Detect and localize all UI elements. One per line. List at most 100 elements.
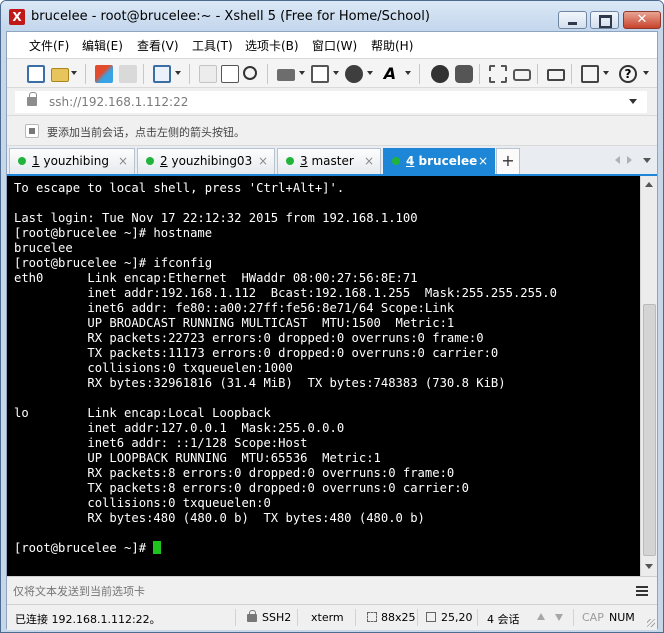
menu-window[interactable]: 窗口(W) [312,37,357,55]
compose-menu-icon[interactable] [636,586,648,596]
status-sessions: 4 会话 [487,613,520,626]
terminal-prompt: [root@brucelee ~]# [14,541,154,555]
close-icon: ✕ [636,12,648,27]
toolbar: A ? [7,58,657,88]
font-icon[interactable]: A [381,65,399,83]
scroll-down-icon[interactable] [645,564,653,569]
status-bar: 已连接 192.168.1.112:22。 SSH2 xterm 88x25 2… [7,604,657,630]
terminal-output[interactable]: To escape to local shell, press 'Ctrl+Al… [14,181,632,573]
terminal-scrollbar[interactable] [640,176,657,576]
paste-icon[interactable] [221,65,239,83]
tab-master[interactable]: 3 master × [277,148,381,174]
scroll-thumb[interactable] [643,304,656,556]
tab-brucelee[interactable]: 4 brucelee × [383,148,495,174]
status-separator [235,609,236,626]
title-bar[interactable]: X brucelee - root@brucelee:~ - Xshell 5 … [1,1,663,31]
find-icon[interactable] [243,66,257,80]
menu-file[interactable]: 文件(F) [29,37,69,55]
tab-list-dropdown-icon[interactable] [643,158,651,163]
tab-scroll-right-icon[interactable] [627,156,632,164]
menu-tools[interactable]: 工具(T) [192,37,233,55]
tab-label: 4 brucelee [406,149,477,173]
lock-icon[interactable] [513,69,531,81]
tab-label: 2 youzhibing03 [160,149,252,173]
status-separator [417,609,418,626]
xmanager-icon[interactable] [455,65,473,83]
maximize-button[interactable] [590,11,619,29]
status-connection: 已连接 192.168.1.112:22。 [15,613,161,626]
address-input[interactable] [15,91,647,113]
new-tab-button[interactable]: + [496,148,520,174]
add-session-arrow-icon[interactable] [25,124,39,138]
close-button[interactable]: ✕ [623,11,661,29]
status-cursor-position: 25,20 [441,611,473,624]
tab-scroll-left-icon[interactable] [615,156,620,164]
fullscreen-icon[interactable] [489,65,507,83]
help-icon[interactable]: ? [619,65,637,83]
menu-view[interactable]: 查看(V) [137,37,179,55]
hint-text: 要添加当前会话，点击左侧的箭头按钮。 [47,126,245,139]
client-area: 文件(F) 编辑(E) 查看(V) 工具(T) 选项卡(B) 窗口(W) 帮助(… [6,31,658,630]
tab-number: 1 [32,154,40,168]
tab-youzhibing03[interactable]: 2 youzhibing03 × [137,148,275,174]
add-dropdown-arrow[interactable] [603,71,609,75]
status-caps-lock: CAP [582,611,604,624]
keyboard-icon[interactable] [547,69,565,81]
compose-input[interactable] [13,581,623,601]
tab-close-icon[interactable]: × [118,149,128,173]
tab-close-icon[interactable]: × [478,149,488,173]
copy-icon[interactable] [199,65,217,83]
tab-name: brucelee [418,154,478,168]
toolbar-separator [189,64,190,84]
status-next-session-icon[interactable] [555,614,563,621]
menu-help[interactable]: 帮助(H) [371,37,413,55]
globe-icon[interactable] [345,65,363,83]
toolbar-separator [419,64,420,84]
resize-grip-icon[interactable] [647,619,655,627]
toolbar-separator [267,64,268,84]
disconnect-icon[interactable] [119,65,137,83]
properties-icon[interactable] [153,65,171,83]
print-icon[interactable] [277,69,295,81]
scroll-up-icon[interactable] [645,182,653,187]
globe-dropdown-arrow[interactable] [367,71,373,75]
address-lock-icon [27,92,37,106]
tab-label: 1 youzhibing [32,149,109,173]
toolbar-separator [143,64,144,84]
menu-edit[interactable]: 编辑(E) [82,37,123,55]
add-icon[interactable] [581,65,599,83]
print-dropdown-arrow[interactable] [299,71,305,75]
tab-name: youzhibing03 [171,154,253,168]
status-size: 88x25 [381,611,416,624]
xftp-icon[interactable] [431,65,449,83]
status-separator [477,609,478,626]
connected-status-icon [18,157,26,165]
transfer-icon[interactable] [311,65,329,83]
font-dropdown-arrow[interactable] [405,71,411,75]
status-prev-session-icon[interactable] [537,613,545,620]
status-separator [297,609,298,626]
status-separator [573,609,574,626]
tab-number: 3 [300,154,308,168]
tab-number: 2 [160,154,168,168]
transfer-dropdown-arrow[interactable] [333,71,339,75]
xshell-logo-icon[interactable]: X [9,9,25,25]
connected-status-icon [146,157,154,165]
new-session-icon[interactable] [27,65,45,83]
tab-close-icon[interactable]: × [364,149,374,173]
address-dropdown-icon[interactable] [629,99,637,104]
tab-youzhibing[interactable]: 1 youzhibing × [9,148,135,174]
properties-dropdown-arrow[interactable] [175,71,181,75]
toolbar-separator [85,64,86,84]
menu-tabs[interactable]: 选项卡(B) [245,37,299,55]
open-dropdown-arrow[interactable] [71,71,77,75]
terminal-pane[interactable]: To escape to local shell, press 'Ctrl+Al… [7,174,657,576]
tab-close-icon[interactable]: × [258,149,268,173]
terminal-size-icon [367,612,377,622]
open-folder-icon[interactable] [51,68,69,82]
cursor-position-icon [426,612,436,622]
help-dropdown-arrow[interactable] [643,71,649,75]
minimize-button[interactable] [558,11,587,29]
hint-bar: 要添加当前会话，点击左侧的箭头按钮。 [7,116,657,146]
reconnect-icon[interactable] [95,65,113,83]
